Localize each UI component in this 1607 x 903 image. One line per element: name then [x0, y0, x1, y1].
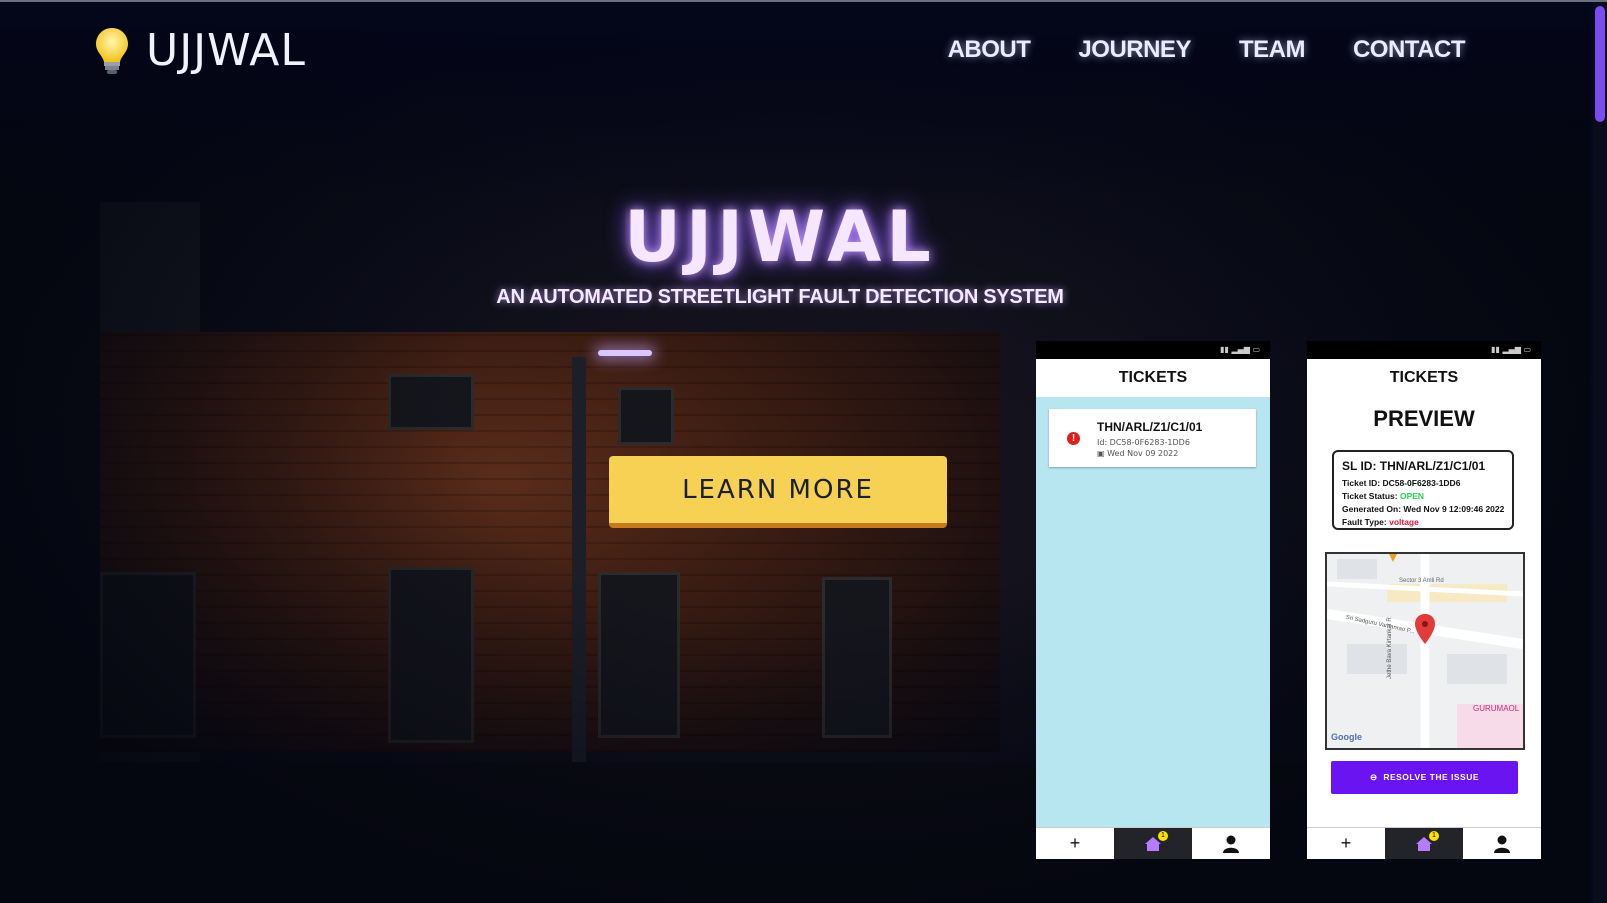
profile-tab[interactable] — [1192, 828, 1270, 859]
notification-badge: 1 — [1429, 831, 1439, 841]
ticket-card[interactable]: ! THN/ARL/Z1/C1/01 Id: DC58-0F6283-1DD6 … — [1049, 409, 1256, 467]
fault-value: voltage — [1389, 517, 1419, 527]
map-label-sector: Sector 3 Amli Rd — [1399, 578, 1444, 584]
main-nav: ABOUT JOURNEY TEAM CONTACT — [948, 36, 1466, 64]
site-logo[interactable]: UJJWAL — [94, 25, 306, 76]
phone-title: TICKETS — [1389, 369, 1459, 386]
nav-contact[interactable]: CONTACT — [1353, 36, 1466, 64]
ticket-sl-id: THN/ARL/Z1/C1/01 — [1097, 420, 1203, 434]
status-label: Ticket Status: — [1342, 491, 1398, 501]
phone-title: TICKETS — [1118, 369, 1188, 386]
home-tab[interactable]: 1 — [1114, 828, 1192, 859]
user-icon — [1223, 835, 1239, 853]
ticket-date-text: Wed Nov 09 2022 — [1107, 449, 1179, 458]
map-label-road2: Jethe Bava Kirtankar R — [1387, 617, 1393, 679]
google-logo: Google — [1331, 732, 1362, 742]
detail-sl-id: SL ID: THN/ARL/Z1/C1/01 — [1342, 459, 1486, 473]
phone-status-bar: ▮▮ ▂▄▆ ▭ — [1036, 341, 1270, 359]
map-label-place: GURUMAOL — [1473, 704, 1520, 713]
lightbulb-icon — [94, 26, 130, 76]
home-tab[interactable]: 1 — [1385, 828, 1463, 859]
ticket-detail-card: SL ID: THN/ARL/Z1/C1/01 Ticket ID: DC58-… — [1332, 450, 1514, 530]
detail-fault: Fault Type: voltage — [1342, 516, 1512, 529]
resolve-icon: ⊖ — [1369, 772, 1384, 782]
add-ticket-tab[interactable]: + — [1036, 828, 1114, 859]
user-icon — [1494, 835, 1510, 853]
page-scrollbar[interactable] — [1593, 2, 1607, 903]
phone-tab-bar: + 1 — [1036, 827, 1270, 859]
ticket-id: Id: DC58-0F6283-1DD6 — [1097, 438, 1190, 447]
add-ticket-tab[interactable]: + — [1307, 828, 1385, 859]
phone-tab-bar: + 1 — [1307, 827, 1541, 859]
phone-mockup-tickets: ▮▮ ▂▄▆ ▭ TICKETS ! THN/ARL/Z1/C1/01 Id: … — [1036, 341, 1270, 859]
hero-subtitle: AN AUTOMATED STREETLIGHT FAULT DETECTION… — [496, 286, 1064, 308]
profile-tab[interactable] — [1463, 828, 1541, 859]
nav-team[interactable]: TEAM — [1239, 36, 1306, 64]
status-value: OPEN — [1399, 491, 1425, 501]
location-map[interactable]: Sector 3 Amli Rd Sri Sadguru Vamanrao P.… — [1325, 552, 1525, 750]
logo-text: UJJWAL — [146, 25, 306, 76]
phone-mockup-preview: ▮▮ ▂▄▆ ▭ TICKETS PREVIEW SL ID: THN/ARL/… — [1307, 341, 1541, 859]
detail-generated: Generated On: Wed Nov 9 12:09:46 2022 — [1342, 504, 1505, 514]
resolve-issue-button[interactable]: ⊖ RESOLVE THE ISSUE — [1331, 761, 1518, 794]
ticket-list: ! THN/ARL/Z1/C1/01 Id: DC58-0F6283-1DD6 … — [1036, 397, 1270, 828]
detail-status: Ticket Status: OPEN — [1342, 490, 1512, 503]
alert-icon: ! — [1067, 432, 1080, 445]
fault-label: Fault Type: — [1342, 517, 1387, 527]
ticket-date: ▣ Wed Nov 09 2022 — [1097, 449, 1178, 458]
hero-title: UJJWAL — [624, 196, 936, 278]
resolve-label: RESOLVE THE ISSUE — [1383, 772, 1480, 782]
calendar-icon: ▣ — [1097, 449, 1108, 458]
learn-more-button[interactable]: LEARN MORE — [609, 456, 947, 528]
scrollbar-thumb[interactable] — [1595, 6, 1605, 122]
nav-about[interactable]: ABOUT — [948, 36, 1031, 64]
detail-ticket-id: Ticket ID: DC58-0F6283-1DD6 — [1342, 478, 1461, 488]
notification-badge: 1 — [1158, 831, 1168, 841]
phone-status-bar: ▮▮ ▂▄▆ ▭ — [1307, 341, 1541, 359]
nav-journey[interactable]: JOURNEY — [1078, 36, 1191, 64]
preview-heading: PREVIEW — [1373, 406, 1475, 431]
